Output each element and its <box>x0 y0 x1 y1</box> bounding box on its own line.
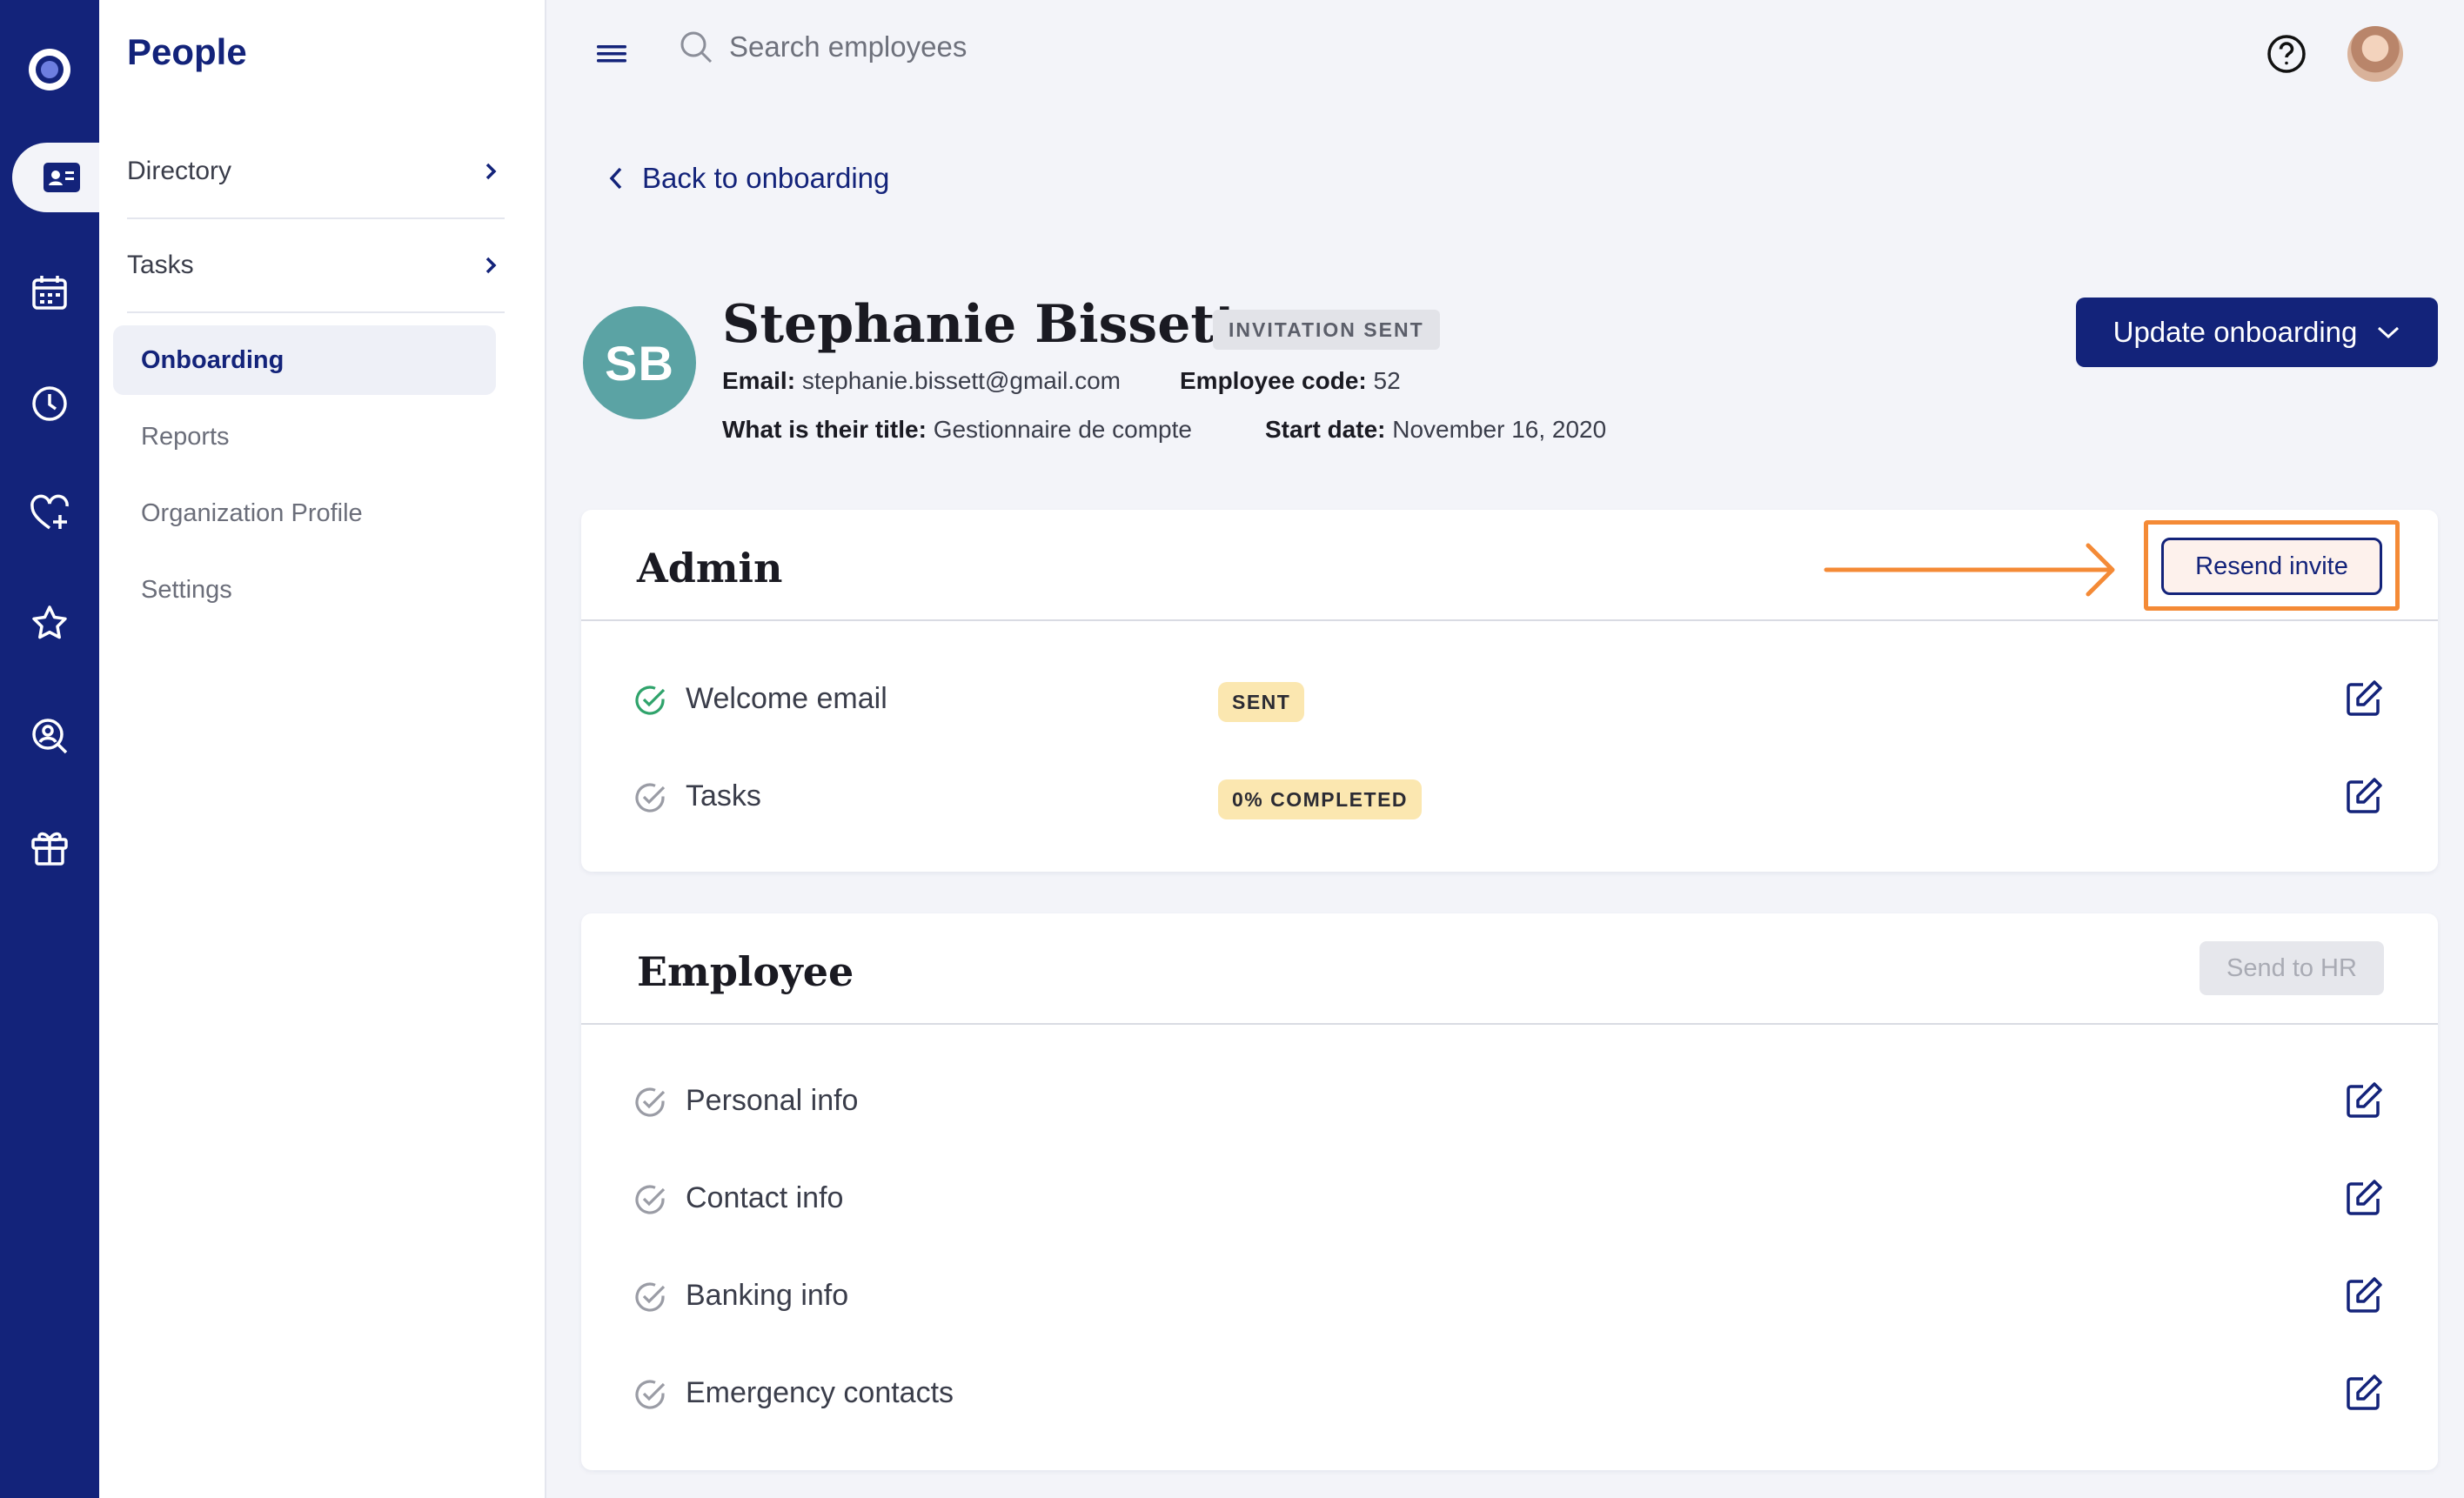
employee-card: Employee Send to HR Personal info Contac… <box>581 913 2438 1470</box>
app-logo-icon[interactable] <box>0 35 99 104</box>
clock-icon[interactable] <box>0 369 99 438</box>
employee-row-emergency-contacts: Emergency contacts <box>581 1359 2438 1428</box>
chevron-right-icon <box>485 257 497 274</box>
secondary-nav: People Directory Tasks Onboarding Report… <box>99 0 546 1498</box>
back-link-label: Back to onboarding <box>642 162 890 194</box>
send-to-hr-button[interactable]: Send to HR <box>2200 941 2384 995</box>
subnav-item-onboarding[interactable]: Onboarding <box>113 325 496 395</box>
subnav-group-directory[interactable]: Directory <box>127 125 505 219</box>
row-label: Personal info <box>686 1084 859 1117</box>
subnav-group-label: Tasks <box>127 251 194 279</box>
edit-icon[interactable] <box>2344 1373 2384 1413</box>
employee-row-contact-info: Contact info <box>581 1164 2438 1234</box>
calendar-icon[interactable] <box>0 257 99 327</box>
update-onboarding-label: Update onboarding <box>2112 316 2358 348</box>
check-circle-icon <box>635 1380 666 1409</box>
row-label: Banking info <box>686 1279 849 1312</box>
resend-invite-button[interactable]: Resend invite <box>2161 538 2382 595</box>
edit-icon[interactable] <box>2344 1275 2384 1315</box>
employee-row-banking-info: Banking info <box>581 1261 2438 1331</box>
edit-icon[interactable] <box>2344 1080 2384 1120</box>
employee-card-title: Employee <box>637 948 854 995</box>
subnav-item-settings[interactable]: Settings <box>113 555 496 625</box>
status-pill: SENT <box>1218 682 1305 722</box>
employee-email: Email: stephanie.bissett@gmail.com <box>722 367 1121 395</box>
admin-card-title: Admin <box>637 545 783 592</box>
chevron-right-icon <box>485 163 497 180</box>
email-label: Email: <box>722 367 796 394</box>
employee-title: What is their title: Gestionnaire de com… <box>722 416 1192 444</box>
star-icon[interactable] <box>0 588 99 658</box>
admin-row-welcome-email: Welcome email SENT <box>581 665 2438 734</box>
start-value: November 16, 2020 <box>1392 416 1607 443</box>
employee-avatar: SB <box>583 306 696 419</box>
check-circle-icon <box>635 1185 666 1214</box>
icon-rail <box>0 0 117 1498</box>
admin-row-tasks: Tasks 0% COMPLETED <box>581 762 2438 832</box>
employee-code: Employee code: 52 <box>1180 367 1401 395</box>
check-circle-icon <box>635 685 666 715</box>
search-input[interactable] <box>729 30 1251 64</box>
gift-box-icon[interactable] <box>0 813 99 882</box>
code-label: Employee code: <box>1180 367 1367 394</box>
people-card-icon[interactable] <box>12 143 111 212</box>
title-value: Gestionnaire de compte <box>933 416 1192 443</box>
search-person-icon[interactable] <box>0 701 99 771</box>
section-title: People <box>127 31 247 72</box>
back-to-onboarding-link[interactable]: Back to onboarding <box>609 162 889 195</box>
subnav-item-organization-profile[interactable]: Organization Profile <box>113 478 496 548</box>
chevron-down-icon <box>2378 326 2400 339</box>
user-avatar[interactable] <box>2347 26 2403 82</box>
check-circle-icon <box>635 783 666 813</box>
employee-card-header: Employee Send to HR <box>581 913 2438 1025</box>
update-onboarding-button[interactable]: Update onboarding <box>2076 298 2438 367</box>
row-label: Welcome email <box>686 682 887 715</box>
annotation-arrow-icon <box>1824 543 2115 597</box>
employee-row-personal-info: Personal info <box>581 1067 2438 1136</box>
search-icon <box>680 31 713 64</box>
search-bar <box>679 30 1251 64</box>
row-label: Tasks <box>686 779 761 813</box>
employee-start-date: Start date: November 16, 2020 <box>1265 416 1606 444</box>
heart-plus-icon[interactable] <box>0 478 99 548</box>
help-icon[interactable] <box>2266 33 2307 75</box>
code-value: 52 <box>1373 367 1401 394</box>
edit-icon[interactable] <box>2344 679 2384 719</box>
edit-icon[interactable] <box>2344 1178 2384 1218</box>
top-bar <box>546 0 2464 113</box>
status-pill: 0% COMPLETED <box>1218 779 1423 819</box>
row-label: Emergency contacts <box>686 1376 954 1409</box>
email-value: stephanie.bissett@gmail.com <box>801 367 1121 394</box>
title-label: What is their title: <box>722 416 927 443</box>
chevron-left-icon <box>609 167 622 190</box>
subnav-group-label: Directory <box>127 157 232 185</box>
check-circle-icon <box>635 1087 666 1117</box>
subnav-group-tasks[interactable]: Tasks <box>127 219 505 313</box>
status-badge: INVITATION SENT <box>1213 310 1440 350</box>
edit-icon[interactable] <box>2344 776 2384 816</box>
hamburger-menu-icon[interactable] <box>597 42 626 66</box>
check-circle-icon <box>635 1282 666 1312</box>
subnav-item-reports[interactable]: Reports <box>113 402 496 471</box>
start-label: Start date: <box>1265 416 1386 443</box>
employee-name: Stephanie Bissett <box>722 294 1239 355</box>
row-label: Contact info <box>686 1181 844 1214</box>
